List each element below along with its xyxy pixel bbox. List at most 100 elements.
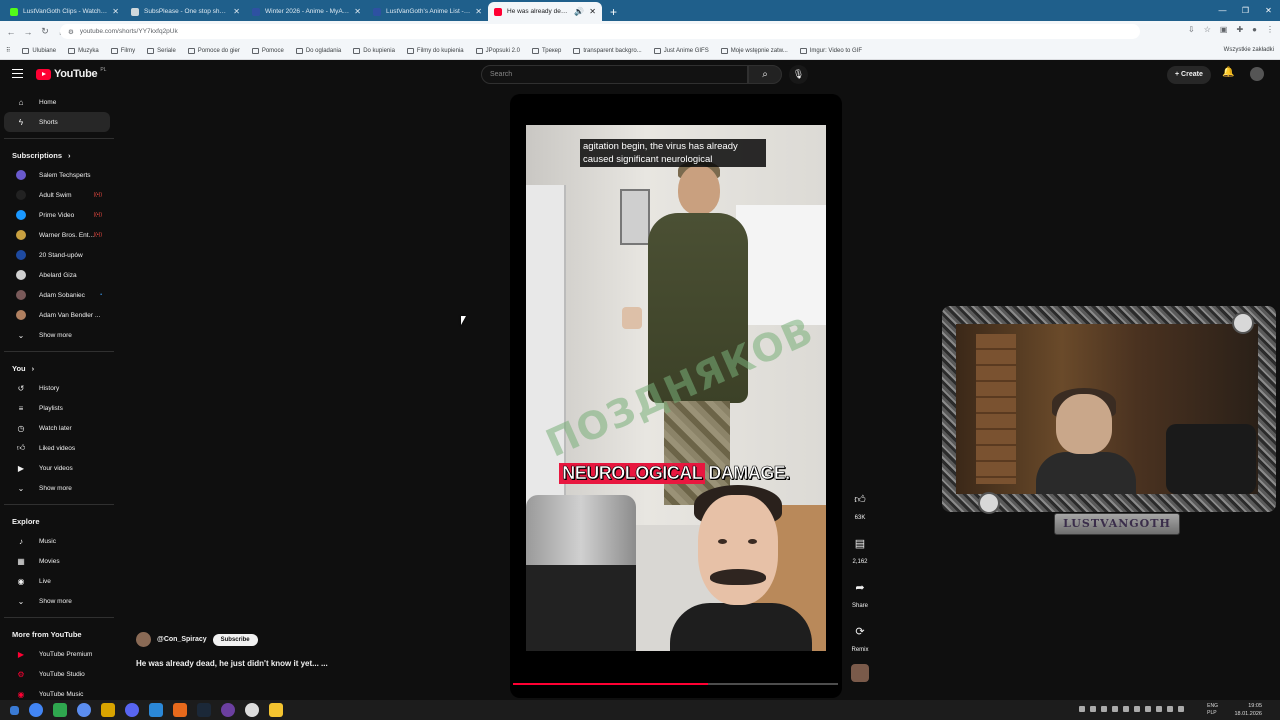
- voice-search-icon[interactable]: 🎙: [789, 65, 808, 84]
- bookmark-item[interactable]: Filmy: [110, 47, 135, 54]
- close-tab-icon[interactable]: ✕: [354, 7, 361, 16]
- youtube-logo[interactable]: YouTube PL: [36, 67, 106, 80]
- sidebar-item-live[interactable]: ◉ Live: [4, 571, 110, 591]
- apps-icon[interactable]: ⠿: [6, 47, 10, 54]
- thumbs-up-icon[interactable]: 👍︎: [849, 489, 871, 511]
- tray-icon[interactable]: [1145, 706, 1151, 712]
- bookmark-item[interactable]: Imgur: Video to GIF: [799, 47, 862, 54]
- windows-start-icon[interactable]: [10, 705, 19, 715]
- bookmark-item[interactable]: Moje wstępnie zatw...: [720, 47, 788, 54]
- sidebar-item-your-videos[interactable]: ▶ Your videos: [4, 458, 110, 478]
- browser-tab-active[interactable]: He was already dead, he ju 🔊 ✕: [488, 2, 602, 21]
- steam-icon[interactable]: [197, 703, 211, 717]
- bookmark-item[interactable]: Just Anime GIFS: [653, 47, 709, 54]
- minimize-icon[interactable]: —: [1211, 0, 1234, 21]
- sidebar-item-shorts[interactable]: ϟ Shorts: [4, 112, 110, 132]
- app-icon[interactable]: [221, 703, 235, 717]
- sidebar-item-history[interactable]: ↺ History: [4, 378, 110, 398]
- menu-icon[interactable]: ⋮: [1266, 25, 1274, 34]
- sidebar-item-prime-video[interactable]: Prime Video ((•)): [4, 205, 110, 225]
- sidebar-item-movies[interactable]: ▦ Movies: [4, 551, 110, 571]
- close-tab-icon[interactable]: ✕: [112, 7, 119, 16]
- search-button[interactable]: ⌕: [748, 65, 782, 84]
- browser-tab[interactable]: SubsPlease - One stop shop fo ✕: [125, 2, 246, 21]
- comments-action[interactable]: ▤ 2,162: [848, 533, 872, 565]
- close-tab-icon[interactable]: ✕: [475, 7, 482, 16]
- browser-tab[interactable]: Winter 2026 - Anime - MyAnim ✕: [246, 2, 367, 21]
- sidebar-item-salem-techsperts[interactable]: Salem Techsperts: [4, 165, 110, 185]
- maximize-icon[interactable]: ❐: [1234, 0, 1257, 21]
- comment-icon[interactable]: ▤: [849, 533, 871, 555]
- browser-icon[interactable]: [77, 703, 91, 717]
- bookmark-item[interactable]: Трекер: [531, 47, 561, 54]
- sidebar-item-adult-swim[interactable]: Adult Swim ((•)): [4, 185, 110, 205]
- create-button[interactable]: + Create: [1167, 66, 1211, 84]
- bookmark-item[interactable]: Seriale: [147, 47, 176, 54]
- app-icon[interactable]: [53, 703, 67, 717]
- tray-icon[interactable]: [1101, 706, 1107, 712]
- channel-avatar[interactable]: [136, 632, 151, 647]
- site-info-icon[interactable]: ⚙: [68, 28, 74, 36]
- like-action[interactable]: 👍︎ 63K: [848, 489, 872, 521]
- bookmark-item[interactable]: transparent backgro...: [573, 47, 642, 54]
- sidebar-item-adam-van-bendler[interactable]: Adam Van Bendler ...: [4, 305, 110, 325]
- bookmark-item[interactable]: Pomoce: [251, 47, 284, 54]
- video-frame[interactable]: ПОЗДНЯКОВ: [526, 125, 826, 651]
- new-tab-button[interactable]: +: [602, 2, 625, 21]
- extensions-icon[interactable]: ✚: [1236, 25, 1243, 34]
- language-indicator[interactable]: ENG PLP: [1207, 703, 1218, 717]
- subscriptions-heading[interactable]: Subscriptions ›: [0, 145, 118, 165]
- bookmark-item[interactable]: Pomoce do gier: [187, 47, 240, 54]
- you-heading[interactable]: You ›: [0, 358, 118, 378]
- bookmark-item[interactable]: Do ogladania: [295, 47, 341, 54]
- search-input[interactable]: Search: [481, 65, 748, 84]
- account-avatar[interactable]: [1250, 67, 1264, 81]
- tray-icon[interactable]: [1079, 706, 1085, 712]
- subscribe-button[interactable]: Subscribe: [212, 633, 258, 646]
- sidebar-item-youtube-premium[interactable]: ▶ YouTube Premium: [4, 644, 110, 664]
- guide-menu-icon[interactable]: [12, 69, 23, 78]
- show-more-subscriptions[interactable]: ⌄ Show more: [4, 325, 110, 345]
- all-bookmarks[interactable]: Wszystkie zakładki: [1224, 47, 1274, 53]
- sidebar-item-music[interactable]: ♪ Music: [4, 531, 110, 551]
- video-progress-bar[interactable]: [513, 683, 838, 685]
- tray-icon[interactable]: [1123, 706, 1129, 712]
- bookmark-item[interactable]: JPopsuki 2.0: [475, 47, 520, 54]
- share-action[interactable]: ➦ Share: [848, 577, 872, 609]
- bookmark-item[interactable]: Do kupienia: [353, 47, 395, 54]
- remix-action[interactable]: ⟳ Remix: [848, 621, 872, 653]
- file-explorer-icon[interactable]: [269, 703, 283, 717]
- notifications-icon[interactable]: 🔔: [1222, 67, 1234, 78]
- discord-icon[interactable]: [125, 703, 139, 717]
- share-icon[interactable]: ➦: [849, 577, 871, 599]
- close-window-icon[interactable]: ✕: [1257, 0, 1280, 21]
- close-tab-icon[interactable]: ✕: [589, 7, 596, 16]
- app-icon[interactable]: [101, 703, 115, 717]
- install-icon[interactable]: ⇩: [1188, 25, 1195, 34]
- star-icon[interactable]: ☆: [1204, 25, 1211, 34]
- sidebar-item-abelard-giza[interactable]: Abelard Giza: [4, 265, 110, 285]
- sidebar-item-watch-later[interactable]: ◷ Watch later: [4, 418, 110, 438]
- clock[interactable]: 19:05 18.01.2026: [1234, 702, 1262, 718]
- bookmark-item[interactable]: Filmy do kupienia: [406, 47, 464, 54]
- sidebar-item-home[interactable]: ⌂ Home: [4, 92, 110, 112]
- vlc-icon[interactable]: [173, 703, 187, 717]
- sidebar-item-warner-bros-ent[interactable]: Warner Bros. Ent... ((•)): [4, 225, 110, 245]
- tray-icon[interactable]: [1156, 706, 1162, 712]
- extension-icon[interactable]: ▣: [1220, 25, 1228, 34]
- sidebar-item-adam-sobaniec[interactable]: Adam Sobaniec •: [4, 285, 110, 305]
- reload-icon[interactable]: ↻: [39, 26, 51, 37]
- close-tab-icon[interactable]: ✕: [233, 7, 240, 16]
- remix-icon[interactable]: ⟳: [849, 621, 871, 643]
- show-more-you[interactable]: ⌄ Show more: [4, 478, 110, 498]
- bookmark-item[interactable]: Ulubiane: [22, 47, 56, 54]
- profile-icon[interactable]: ●: [1252, 25, 1257, 34]
- url-field[interactable]: ⚙ youtube.com/shorts/YY7kxfq2pUk: [60, 24, 1140, 39]
- speaker-icon[interactable]: 🔊: [574, 7, 584, 16]
- browser-tab[interactable]: LustVanGoth's Anime List - My ✕: [367, 2, 488, 21]
- obs-icon[interactable]: [245, 703, 259, 717]
- tray-icon[interactable]: [1178, 706, 1184, 712]
- sound-avatar[interactable]: [851, 664, 869, 682]
- tray-icon[interactable]: [1112, 706, 1118, 712]
- sidebar-item-liked-videos[interactable]: 👍︎ Liked videos: [4, 438, 110, 458]
